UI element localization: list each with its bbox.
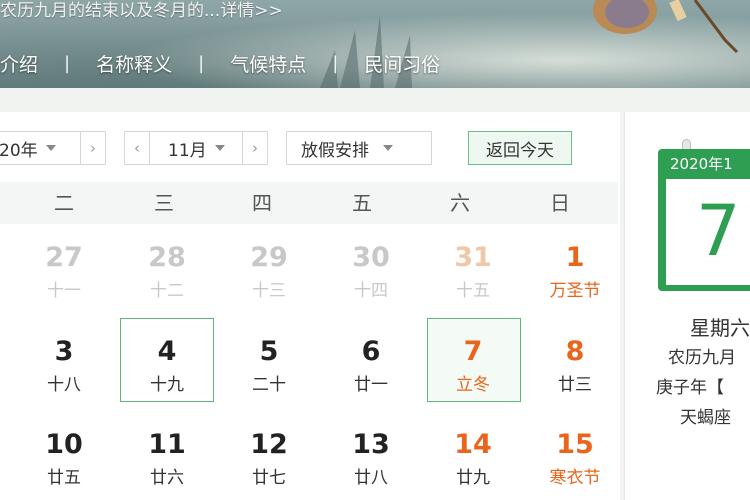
day-cell[interactable]: 10 廿五 xyxy=(14,430,114,490)
day-cell[interactable]: 30 十四 xyxy=(321,243,421,303)
lunar-label: 廿六 xyxy=(150,468,184,488)
weekday-label: 六 xyxy=(450,191,470,215)
day-cell[interactable]: 8 廿三 xyxy=(525,337,625,397)
day-cell[interactable]: 7 立冬 xyxy=(423,337,523,397)
day-number: 6 xyxy=(361,336,381,367)
day-cell[interactable]: 29 十三 xyxy=(219,243,319,303)
lunar-label: 十一 xyxy=(47,281,81,301)
day-cell[interactable]: 11 廿六 xyxy=(117,430,217,490)
day-cell[interactable]: 5 二十 xyxy=(219,337,319,397)
day-number: 27 xyxy=(45,242,83,273)
next-year-icon[interactable]: › xyxy=(81,139,105,157)
month-select[interactable]: ‹ 11月 › xyxy=(124,131,268,165)
day-number: 13 xyxy=(352,429,390,460)
lunar-label: 万圣节 xyxy=(549,281,601,301)
day-cell[interactable]: 14 廿九 xyxy=(423,430,523,490)
holiday-select[interactable]: 放假安排 xyxy=(286,131,432,165)
weekday-label: 二 xyxy=(54,191,74,215)
day-cell[interactable]: 4 十九 xyxy=(117,337,217,397)
chevron-down-icon xyxy=(383,145,393,151)
nav-item-name-meaning[interactable]: 名称释义 xyxy=(96,50,172,77)
weekday-header: 二 三 四 五 六 日 xyxy=(0,182,618,224)
nav-separator: | xyxy=(64,52,71,74)
lunar-label: 十四 xyxy=(354,281,388,301)
nav-separator: | xyxy=(198,52,205,74)
day-cell[interactable]: 12 廿七 xyxy=(219,430,319,490)
day-number: 3 xyxy=(54,336,74,367)
lunar-label: 十五 xyxy=(456,281,490,301)
lunar-label: 十二 xyxy=(150,281,184,301)
lunar-label: 廿七 xyxy=(252,468,286,488)
nav-item-intro[interactable]: 介绍 xyxy=(0,50,38,77)
tear-off-calendar-card: 2020年1 7 xyxy=(658,149,750,291)
lunar-label: 立冬 xyxy=(456,375,490,395)
prev-month-icon[interactable]: ‹ xyxy=(125,139,149,157)
day-number: 4 xyxy=(157,336,177,367)
card-year-month: 2020年1 xyxy=(670,155,733,173)
day-number: 15 xyxy=(556,429,594,460)
day-number: 14 xyxy=(454,429,492,460)
year-value: 20年 xyxy=(0,140,38,161)
day-cell[interactable]: 15 寒衣节 xyxy=(525,430,625,490)
day-cell[interactable]: 27 十一 xyxy=(14,243,114,303)
chevron-down-icon xyxy=(45,145,56,151)
day-number: 29 xyxy=(250,242,288,273)
day-number: 1 xyxy=(565,242,585,273)
lunar-label: 廿五 xyxy=(47,468,81,488)
lunar-label: 廿一 xyxy=(354,375,388,395)
day-number: 10 xyxy=(45,429,83,460)
lunar-label: 廿八 xyxy=(354,468,388,488)
chevron-down-icon xyxy=(214,145,225,151)
lunar-label: 廿九 xyxy=(456,468,490,488)
day-number: 12 xyxy=(250,429,288,460)
day-cell[interactable]: 28 十二 xyxy=(117,243,217,303)
weekday-label: 日 xyxy=(550,191,570,215)
lunar-label: 十八 xyxy=(47,375,81,395)
day-cell[interactable]: 6 廿一 xyxy=(321,337,421,397)
weekday-label: 五 xyxy=(352,191,372,215)
day-number: 8 xyxy=(565,336,585,367)
weekday-label: 四 xyxy=(252,191,272,215)
day-cell[interactable]: 3 十八 xyxy=(14,337,114,397)
topic-nav: 介绍 | 名称释义 | 气候特点 | 民间习俗 xyxy=(0,44,440,82)
lunar-label: 十九 xyxy=(150,375,184,395)
detail-zodiac: 天蝎座 xyxy=(680,408,731,428)
detail-weekday: 星期六 xyxy=(690,316,750,340)
card-body: 7 xyxy=(666,179,750,285)
holiday-value: 放假安排 xyxy=(301,140,369,161)
year-select[interactable]: 20年 › xyxy=(0,131,106,165)
banner-link-text[interactable]: 农历九月的结束以及冬月的...详情>> xyxy=(0,0,283,21)
day-number: 11 xyxy=(148,429,186,460)
day-number: 31 xyxy=(454,242,492,273)
day-number: 7 xyxy=(463,336,483,367)
day-number: 28 xyxy=(148,242,186,273)
nav-item-customs[interactable]: 民间习俗 xyxy=(364,50,440,77)
lunar-label: 廿三 xyxy=(558,375,592,395)
detail-ganzhi: 庚子年【 xyxy=(656,378,724,398)
next-month-icon[interactable]: › xyxy=(243,139,267,157)
weekday-label: 三 xyxy=(154,191,174,215)
nav-item-climate[interactable]: 气候特点 xyxy=(230,50,306,77)
detail-lunar-date: 农历九月 xyxy=(668,348,736,368)
lunar-label: 十三 xyxy=(252,281,286,301)
day-cell[interactable]: 1 万圣节 xyxy=(525,243,625,303)
day-number: 5 xyxy=(259,336,279,367)
nav-separator: | xyxy=(332,52,339,74)
lunar-label: 二十 xyxy=(252,375,286,395)
day-number: 30 xyxy=(352,242,390,273)
header-banner: 农历九月的结束以及冬月的...详情>> 介绍 | 名称释义 | 气候特点 | 民… xyxy=(0,0,750,88)
back-to-today-button[interactable]: 返回今天 xyxy=(468,131,572,165)
card-day-number: 7 xyxy=(696,190,741,272)
month-value: 11月 xyxy=(168,140,207,161)
lunar-label: 寒衣节 xyxy=(549,468,601,488)
day-cell[interactable]: 31 十五 xyxy=(423,243,523,303)
day-cell[interactable]: 13 廿八 xyxy=(321,430,421,490)
illustration-figure xyxy=(593,0,739,54)
